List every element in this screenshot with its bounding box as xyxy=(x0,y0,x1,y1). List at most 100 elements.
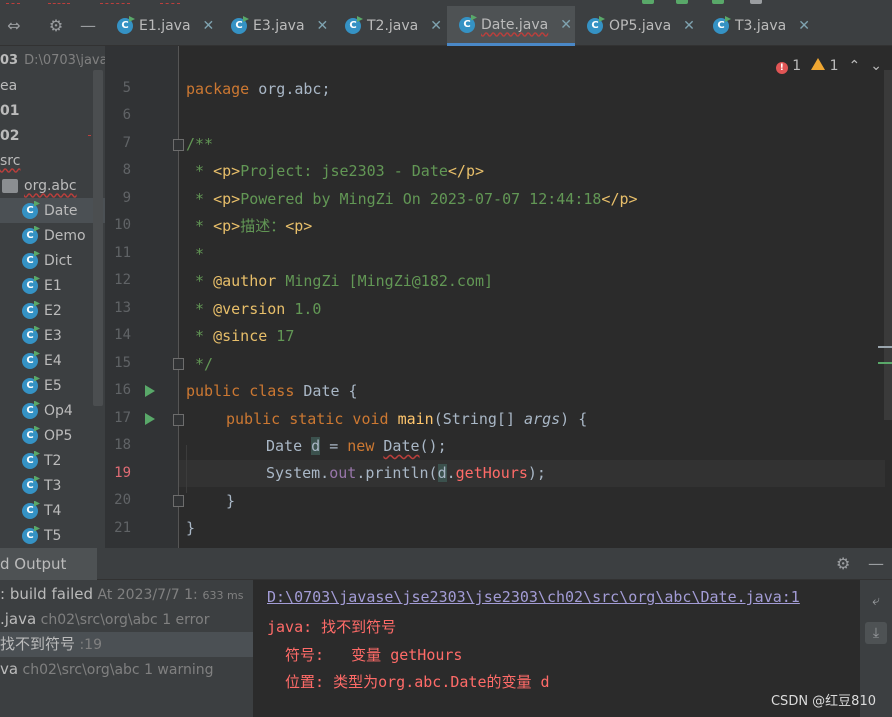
fold-icon[interactable] xyxy=(173,495,184,507)
tree-item-class[interactable]: C E1 xyxy=(0,273,105,298)
tree-item-src[interactable]: src xyxy=(0,148,105,173)
warning-count[interactable]: 1 xyxy=(811,58,839,74)
close-icon[interactable]: ✕ xyxy=(560,17,572,33)
javadoc-tag: @author xyxy=(213,272,277,290)
wrap-icon[interactable]: ⤶ xyxy=(865,590,887,612)
stripe-mark[interactable] xyxy=(878,362,892,364)
hide-icon[interactable]: — xyxy=(868,554,884,573)
comment-text: Project: jse2303 - Date xyxy=(240,162,448,180)
java-class-icon: C xyxy=(22,302,38,319)
tree-item-class[interactable]: C E3 xyxy=(0,323,105,348)
stop-icon[interactable] xyxy=(750,0,762,4)
tree-item-module[interactable]: 01 xyxy=(0,98,105,123)
comment-text: 1.0 xyxy=(285,300,322,318)
tree-item-class[interactable]: C OP5 xyxy=(0,423,105,448)
html-tag: <p> xyxy=(285,217,313,235)
close-icon[interactable]: ✕ xyxy=(203,18,215,34)
project-root-row[interactable]: 03 D:\0703\javase\jse2303\jse2303 xyxy=(0,48,105,73)
tree-item-label: Demo xyxy=(44,227,86,244)
build-error-line: :19 xyxy=(75,637,102,653)
class-ref: Date xyxy=(383,437,420,455)
tab-e1[interactable]: C E1.java ✕ xyxy=(105,6,219,46)
gear-icon[interactable]: ⚙ xyxy=(836,554,850,573)
tree-item-class[interactable]: C E4 xyxy=(0,348,105,373)
code-line-7: /** xyxy=(186,135,214,153)
collapse-icon[interactable]: ⇔ xyxy=(4,16,24,36)
tree-item-class[interactable]: C Demo xyxy=(0,223,105,248)
build-duration: 633 ms xyxy=(202,589,244,602)
method-name: main xyxy=(388,410,434,428)
coverage-icon[interactable] xyxy=(712,0,724,4)
code-line-14: * @since 17 xyxy=(186,323,294,350)
code-line-8: * <p>Project: jse2303 - Date</p> xyxy=(186,158,484,185)
tab-e3[interactable]: C E3.java ✕ xyxy=(219,6,333,46)
html-tag: <p> xyxy=(213,162,241,180)
tree-item-class[interactable]: C T2 xyxy=(0,448,105,473)
tree-item-module[interactable]: 02 xyxy=(0,123,105,148)
code-text: Date xyxy=(266,437,312,455)
console-file-link[interactable]: D:\0703\javase\jse2303\jse2303\ch02\src\… xyxy=(267,588,800,606)
tree-item-label: E4 xyxy=(44,352,62,369)
build-output-tab[interactable]: d Output xyxy=(0,548,97,580)
code-line-16: public class Date { xyxy=(186,378,358,405)
tree-item-class[interactable]: C Dict xyxy=(0,248,105,273)
sidebar-scrollbar[interactable] xyxy=(93,70,103,406)
tab-t2[interactable]: C T2.java ✕ xyxy=(333,6,447,46)
close-icon[interactable]: ✕ xyxy=(430,18,442,34)
tab-op5[interactable]: C OP5.java ✕ xyxy=(575,6,701,46)
build-error-row[interactable]: 找不到符号 :19 xyxy=(0,632,253,657)
tree-item-class[interactable]: C T4 xyxy=(0,498,105,523)
build-status-row[interactable]: : build failed At 2023/7/7 1: 633 ms xyxy=(0,582,253,607)
run-class-icon[interactable] xyxy=(145,385,155,397)
comment-text: * xyxy=(186,162,214,180)
tree-item-class[interactable]: C T3 xyxy=(0,473,105,498)
build-warning-row[interactable]: va ch02\src\org\abc 1 warning xyxy=(0,657,253,682)
tree-item-class[interactable]: C Op4 xyxy=(0,398,105,423)
tree-item-class[interactable]: C E2 xyxy=(0,298,105,323)
project-toolbar: ⇔ ⚙ — xyxy=(0,6,105,46)
chevron-up-icon[interactable]: ⌃ xyxy=(849,58,861,74)
code-line-20: } xyxy=(226,492,236,510)
java-class-icon: C xyxy=(231,18,247,34)
tree-item-class[interactable]: C T5 xyxy=(0,523,105,548)
run-icon[interactable] xyxy=(642,0,654,4)
run-main-icon[interactable] xyxy=(145,413,155,425)
fold-icon[interactable] xyxy=(173,139,184,151)
tree-item-idea[interactable]: ea xyxy=(0,73,105,98)
class-name: Date xyxy=(294,382,340,400)
comment-text: 描述： xyxy=(240,217,286,235)
scroll-to-end-icon[interactable]: ⤓ xyxy=(865,622,887,644)
line-number: 8 xyxy=(122,162,131,178)
build-file-row[interactable]: .java ch02\src\org\abc 1 error xyxy=(0,607,253,632)
error-count[interactable]: ! 1 xyxy=(775,58,801,74)
code-line-10: * <p>描述：<p> xyxy=(186,213,312,240)
tab-t3[interactable]: C T3.java ✕ xyxy=(701,6,821,46)
tree-item-class[interactable]: C Date xyxy=(0,198,105,223)
build-console[interactable]: D:\0703\javase\jse2303\jse2303\ch02\src\… xyxy=(253,580,860,717)
gear-icon[interactable]: ⚙ xyxy=(46,16,66,36)
close-icon[interactable]: ✕ xyxy=(798,18,810,34)
project-tree: 03 D:\0703\javase\jse2303\jse2303 ea 01 … xyxy=(0,46,105,548)
line-number: 10 xyxy=(114,217,131,233)
java-class-icon: C xyxy=(713,18,729,34)
stripe-mark[interactable] xyxy=(878,346,892,348)
code-text: .println( xyxy=(356,464,438,482)
fold-icon[interactable] xyxy=(173,358,184,370)
debug-icon[interactable] xyxy=(676,0,688,4)
build-error: 找不到符号 xyxy=(0,635,76,653)
chevron-down-icon[interactable]: ⌄ xyxy=(870,58,882,74)
tree-item-class[interactable]: C E5 xyxy=(0,373,105,398)
hide-icon[interactable]: — xyxy=(78,16,98,36)
watermark: CSDN @红豆810 xyxy=(770,694,876,709)
tab-date[interactable]: C Date.java ✕ xyxy=(447,6,575,46)
close-icon[interactable]: ✕ xyxy=(683,18,695,34)
tree-item-package[interactable]: org.abc xyxy=(0,173,105,198)
java-class-icon: C xyxy=(22,452,38,469)
build-file: va xyxy=(0,660,19,678)
java-class-icon: C xyxy=(22,202,38,219)
code-editor[interactable]: 5 6 7 8 9 10 11 12 13 14 15 16 17 18 19 … xyxy=(105,46,892,548)
close-icon[interactable]: ✕ xyxy=(317,18,329,34)
java-class-icon: C xyxy=(22,352,38,369)
fold-icon[interactable] xyxy=(173,414,184,426)
inspection-widget[interactable]: ! 1 1 ⌃ ⌄ xyxy=(775,58,892,74)
